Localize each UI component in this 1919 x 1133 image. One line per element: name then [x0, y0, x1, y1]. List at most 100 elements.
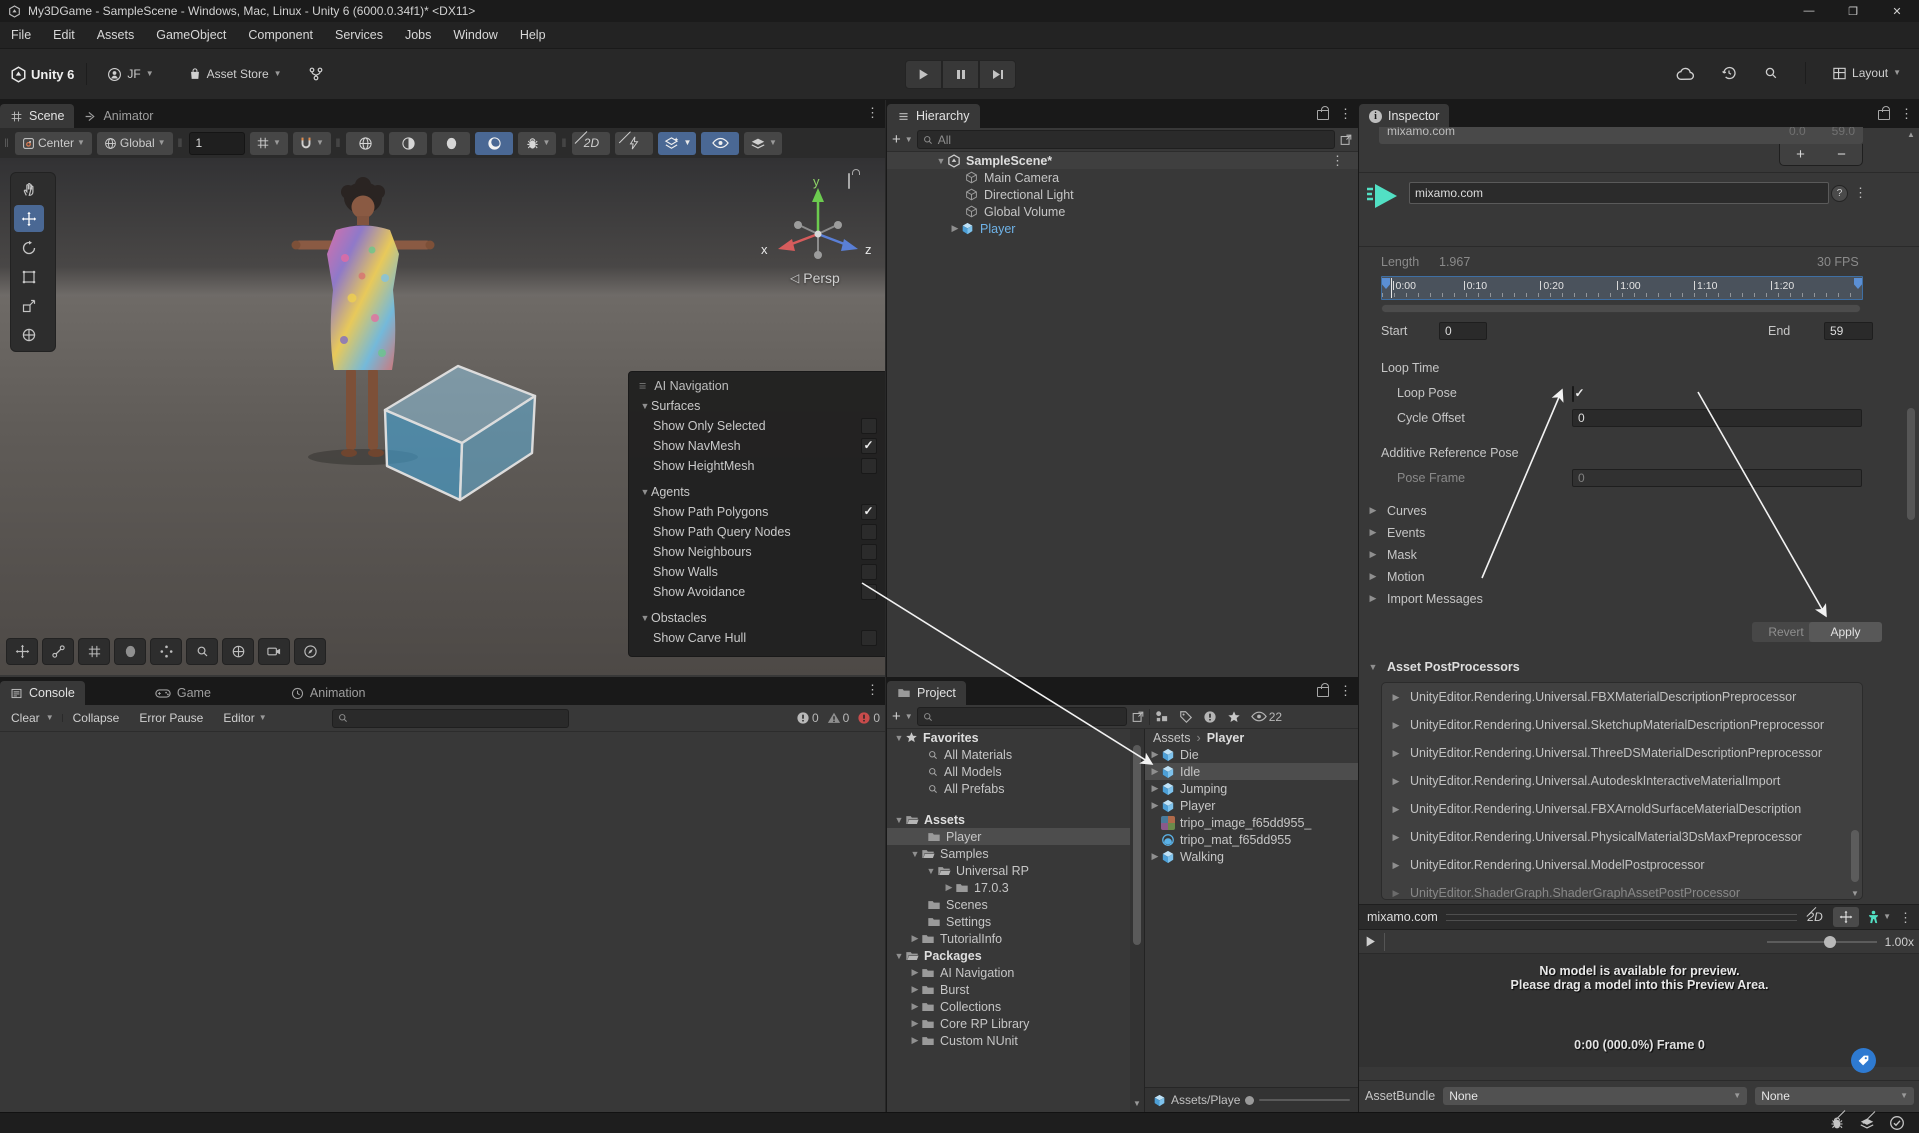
checkbox[interactable] [861, 418, 877, 434]
assetbundle-variant-dropdown[interactable]: None ▼ [1755, 1086, 1914, 1105]
play-button[interactable] [905, 60, 942, 89]
overlay-sphere-button[interactable] [114, 638, 146, 665]
timeline-ruler[interactable]: 0:00 0:10 0:20 1:00 1:10 1:20 [1381, 276, 1863, 300]
tool-handle-pivot-dropdown[interactable]: Center ▼ [14, 131, 92, 155]
grid-size-field[interactable]: 1 [188, 131, 245, 155]
foldout-surfaces[interactable]: ▼ Surfaces [629, 396, 885, 416]
step-button[interactable] [979, 60, 1016, 89]
grid-snapping-dropdown[interactable]: ▼ [292, 131, 331, 155]
debug-draw-mode-dropdown[interactable]: ▼ [518, 131, 557, 155]
tree-row-core-rp-library[interactable]: ▶ Core RP Library [887, 1015, 1130, 1032]
gizmo-lock-icon[interactable] [848, 173, 850, 189]
tree-row-custom-nunit[interactable]: ▶ Custom NUnit [887, 1032, 1130, 1049]
preview-avatar-dropdown[interactable]: ▼ [1867, 910, 1891, 925]
favorite-all-prefabs[interactable]: All Prefabs [887, 780, 1130, 797]
timeline-range-bar[interactable] [1381, 304, 1861, 313]
checkbox[interactable] [861, 564, 877, 580]
scene-lighting-off-button[interactable] [615, 130, 654, 155]
tree-row-assets[interactable]: ▼ Assets [887, 811, 1130, 828]
pause-button[interactable] [942, 60, 979, 89]
project-add-button[interactable]: + [892, 709, 901, 724]
checkbox[interactable] [861, 458, 877, 474]
cache-disabled-icon[interactable] [1859, 1110, 1888, 1133]
account-dropdown[interactable]: JF ▼ [99, 61, 161, 87]
menu-help[interactable]: Help [509, 22, 557, 48]
tab-animation[interactable]: Animation [281, 681, 376, 705]
postprocessor-row[interactable]: ▶ UnityEditor.Rendering.Universal.FBXArno… [1382, 795, 1862, 823]
asset-postprocessors-header[interactable]: ▼ Asset PostProcessors [1367, 658, 1520, 675]
thumbnail-size-slider-track[interactable] [1259, 1099, 1350, 1101]
scale-tool-button[interactable] [14, 292, 44, 319]
scrollbar-thumb[interactable] [1851, 830, 1859, 882]
visibility-count[interactable]: 22 [1251, 710, 1282, 724]
toggle-show-neighbours[interactable]: Show Neighbours [629, 542, 885, 562]
checkbox[interactable] [861, 504, 877, 520]
hierarchy-item-global-volume[interactable]: Global Volume [887, 203, 1358, 220]
clear-button[interactable]: Clear [5, 711, 46, 725]
project-panel-menu-icon[interactable]: ⋮ [1339, 684, 1352, 697]
overlay-grid-button[interactable] [78, 638, 110, 665]
lighting-toggle-button[interactable] [475, 131, 514, 155]
open-in-new-window-icon[interactable] [1131, 710, 1145, 724]
tree-row-packages[interactable]: ▼ Packages [887, 947, 1130, 964]
hierarchy-panel-menu-icon[interactable]: ⋮ [1339, 107, 1352, 120]
menu-gameobject[interactable]: GameObject [145, 22, 237, 48]
project-add-dropdown-arrow[interactable]: ▼ [905, 712, 913, 721]
background-tasks-icon[interactable] [1889, 1115, 1905, 1131]
hierarchy-add-button[interactable]: + [892, 132, 901, 147]
favorites-filter-icon[interactable] [1227, 710, 1241, 724]
add-clip-button[interactable]: + [1796, 146, 1805, 163]
clip-name-field[interactable]: mixamo.com [1409, 182, 1829, 204]
foldout-mask[interactable]: ▶ Mask [1367, 546, 1417, 563]
postprocessor-row[interactable]: ▶ UnityEditor.Rendering.Universal.Sketchu… [1382, 711, 1862, 739]
thumbnail-size-slider-knob[interactable] [1245, 1095, 1255, 1105]
overlay-pivot-button[interactable] [222, 638, 254, 665]
file-row-tripo-mat[interactable]: tripo_mat_f65dd955 [1145, 831, 1358, 848]
toggle-show-navmesh[interactable]: Show NavMesh [629, 436, 885, 456]
favorite-all-models[interactable]: All Models [887, 763, 1130, 780]
tab-scene[interactable]: Scene [0, 104, 75, 128]
file-row-player[interactable]: ▶ Player [1145, 797, 1358, 814]
help-icon[interactable]: ? [1831, 185, 1848, 202]
checkbox[interactable] [861, 544, 877, 560]
remove-clip-button[interactable]: − [1837, 146, 1846, 163]
preview-area[interactable]: No model is available for preview. Pleas… [1359, 954, 1919, 1067]
hierarchy-add-dropdown-arrow[interactable]: ▼ [905, 135, 913, 144]
tree-row-ai-navigation[interactable]: ▶ AI Navigation [887, 964, 1130, 981]
rendering-debugger-dropdown[interactable]: ▼ [658, 131, 697, 155]
grid-visibility-dropdown[interactable]: ▼ [249, 131, 288, 155]
close-button[interactable]: ✕ [1875, 0, 1919, 22]
file-row-tripo-image[interactable]: tripo_image_f65dd955_ [1145, 814, 1358, 831]
scrollbar-thumb[interactable] [1907, 408, 1915, 520]
scrollbar-thumb[interactable] [1133, 745, 1141, 945]
menu-edit[interactable]: Edit [42, 22, 86, 48]
start-field[interactable]: 0 [1439, 322, 1487, 340]
preview-play-button[interactable] [1365, 936, 1376, 947]
checkbox[interactable] [861, 584, 877, 600]
preview-pivot-button[interactable] [1833, 907, 1860, 927]
overlay-bone-button[interactable] [42, 638, 74, 665]
minimize-button[interactable]: — [1787, 0, 1831, 22]
console-log-area[interactable] [0, 732, 885, 1133]
rect-tool-button[interactable] [14, 263, 44, 290]
cloud-services-button[interactable] [1668, 60, 1703, 86]
clip-end-marker[interactable] [1854, 278, 1862, 289]
layout-dropdown[interactable]: Layout ▼ [1824, 60, 1909, 86]
tab-project[interactable]: Project [887, 681, 966, 705]
tab-inspector[interactable]: i Inspector [1359, 104, 1450, 128]
file-row-jumping[interactable]: ▶ Jumping [1145, 780, 1358, 797]
file-row-die[interactable]: ▶ Die [1145, 746, 1358, 763]
tab-console[interactable]: Console [0, 681, 85, 705]
postprocessor-row[interactable]: ▶ UnityEditor.Rendering.Universal.ModelPo… [1382, 851, 1862, 879]
preview-drag-handle[interactable] [1445, 913, 1798, 921]
info-count-badge[interactable]: 0 [796, 711, 819, 725]
asset-store-dropdown[interactable]: Asset Store ▼ [180, 61, 290, 87]
tree-row-17-0-3[interactable]: ▶ 17.0.3 [887, 879, 1130, 896]
preview-speed-slider[interactable] [1766, 935, 1877, 948]
version-control-button[interactable] [300, 61, 332, 87]
error-count-badge[interactable]: 0 [857, 711, 880, 725]
warning-count-badge[interactable]: 0 [827, 711, 849, 725]
foldout-curves[interactable]: ▶ Curves [1367, 502, 1427, 519]
scroll-down-arrow[interactable]: ▼ [1851, 889, 1859, 898]
transform-tool-button[interactable] [14, 321, 44, 348]
